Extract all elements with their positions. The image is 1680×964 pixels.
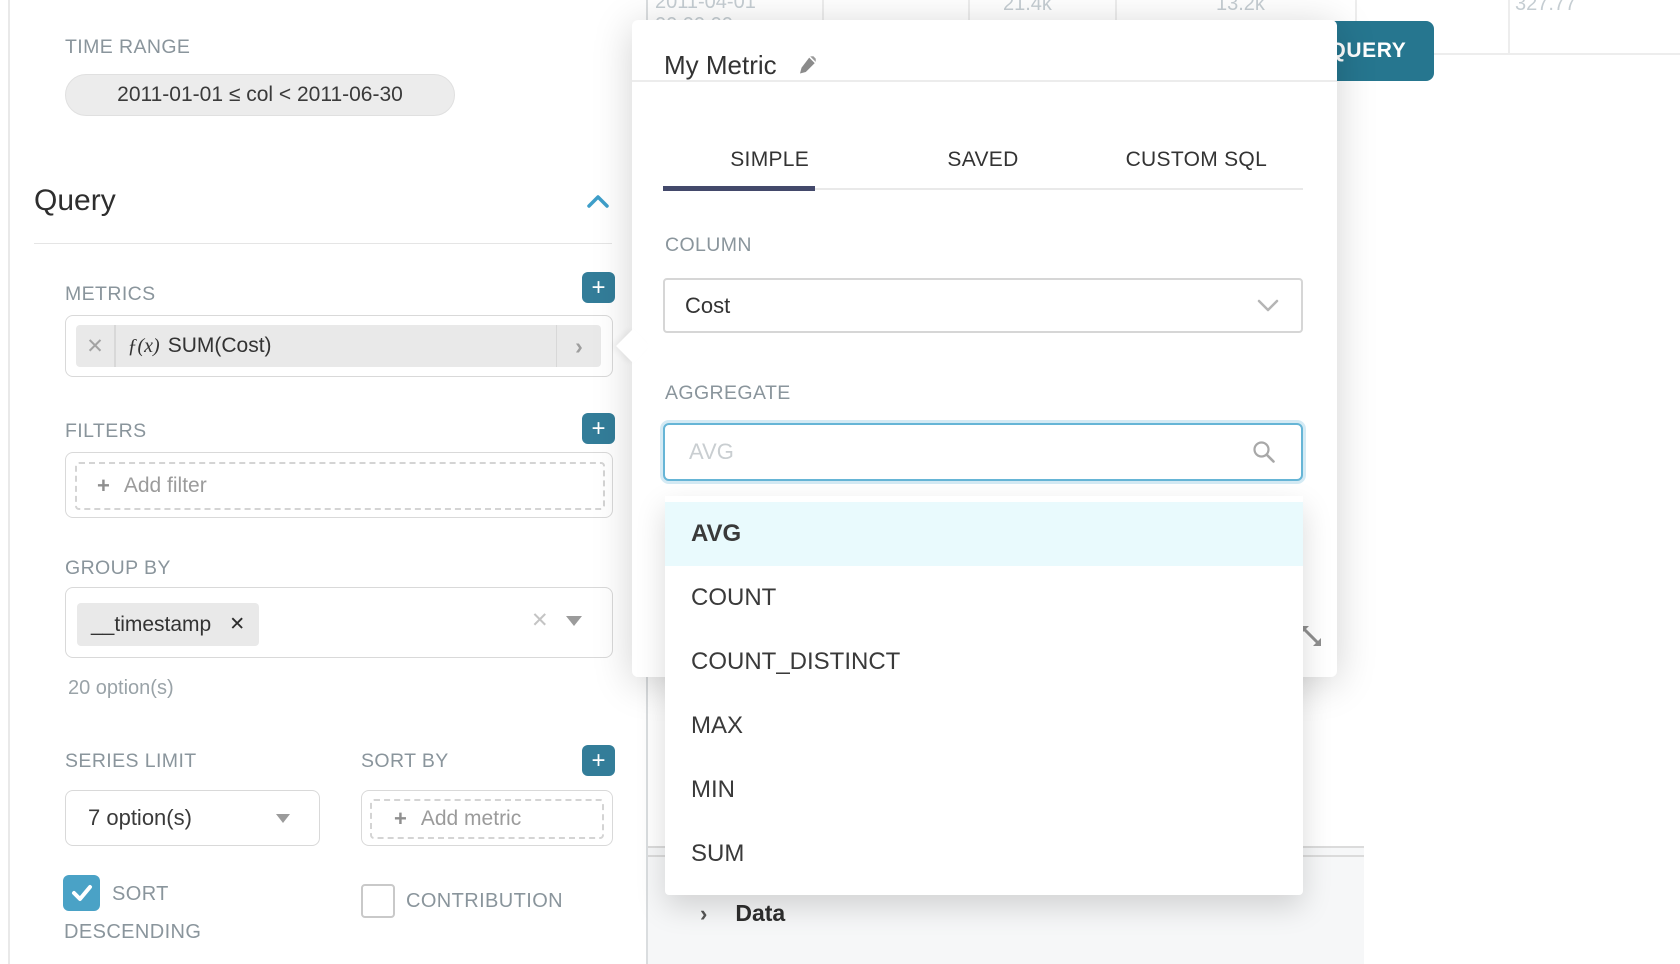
aggregate-input[interactable]: AVG — [663, 423, 1303, 481]
data-panel-title: Data — [735, 900, 785, 927]
column-label: COLUMN — [665, 234, 752, 257]
pill-divider — [114, 325, 116, 367]
add-sort-metric-button[interactable]: + Add metric — [370, 799, 604, 839]
chevron-down-icon — [1255, 297, 1281, 315]
popover-title: My Metric — [664, 50, 820, 81]
sort-descending-label-line1: SORT — [112, 883, 169, 906]
add-metric-button[interactable]: + — [582, 272, 615, 303]
add-sort-metric-plus-button[interactable]: + — [582, 745, 615, 776]
table-gridline — [1508, 0, 1510, 53]
remove-metric-icon[interactable]: ✕ — [76, 334, 114, 359]
option-count-distinct[interactable]: COUNT_DISTINCT — [665, 630, 1303, 694]
time-range-pill[interactable]: 2011-01-01 ≤ col < 2011-06-30 — [65, 74, 455, 116]
column-select[interactable]: Cost — [663, 278, 1303, 333]
popover-header-divider — [632, 80, 1337, 82]
tab-simple[interactable]: SIMPLE — [663, 128, 876, 186]
table-gridline — [1355, 0, 1357, 22]
table-gridline — [968, 0, 970, 20]
check-icon — [70, 883, 94, 903]
filters-label: FILTERS — [65, 420, 147, 443]
group-by-tag-label: __timestamp — [91, 613, 211, 637]
series-limit-value: 7 option(s) — [88, 805, 192, 831]
contribution-checkbox[interactable] — [361, 884, 395, 918]
option-max[interactable]: MAX — [665, 694, 1303, 758]
query-collapse-button[interactable] — [584, 190, 612, 219]
sort-by-label: SORT BY — [361, 750, 449, 773]
aggregate-label: AGGREGATE — [665, 382, 791, 405]
group-by-select[interactable]: __timestamp ✕ ✕ — [65, 587, 613, 658]
caret-down-icon[interactable] — [566, 616, 582, 626]
group-by-options-hint: 20 option(s) — [68, 677, 174, 700]
group-by-tag[interactable]: __timestamp ✕ — [77, 603, 259, 646]
group-by-label: GROUP BY — [65, 557, 171, 580]
data-panel-header[interactable]: › Data — [700, 900, 785, 927]
tab-custom-sql[interactable]: CUSTOM SQL — [1090, 128, 1303, 186]
sort-by-control: + Add metric — [361, 790, 613, 846]
metric-pill-label: SUM(Cost) — [168, 334, 272, 358]
table-cell-value: 21.4k — [1003, 0, 1052, 16]
remove-tag-icon[interactable]: ✕ — [229, 613, 245, 636]
chevron-up-icon — [584, 190, 612, 214]
column-select-value: Cost — [685, 293, 730, 319]
sort-descending-checkbox[interactable] — [63, 875, 100, 911]
search-icon — [1251, 439, 1277, 465]
section-divider — [34, 243, 612, 244]
tab-saved[interactable]: SAVED — [876, 128, 1089, 186]
plus-icon: + — [394, 806, 407, 832]
aggregate-options-dropdown: AVG COUNT COUNT_DISTINCT MAX MIN SUM — [665, 496, 1303, 895]
popover-tabs: SIMPLE SAVED CUSTOM SQL — [663, 128, 1303, 186]
table-cell-value: 13.2k — [1216, 0, 1265, 16]
metric-pill[interactable]: ✕ ƒ(x) SUM(Cost) › — [76, 325, 601, 367]
table-gridline — [1115, 0, 1117, 20]
metrics-label: METRICS — [65, 283, 156, 306]
add-sort-metric-label: Add metric — [421, 807, 521, 831]
pencil-icon[interactable] — [796, 53, 820, 77]
option-count[interactable]: COUNT — [665, 566, 1303, 630]
sort-descending-label-line2: DESCENDING — [64, 921, 201, 944]
explore-view: 2011-04-01 00:00:00 21.4k 13.2k 327.77 R… — [0, 0, 1680, 964]
table-gridline — [822, 0, 824, 20]
edit-metric-chevron-icon[interactable]: › — [557, 333, 601, 360]
option-avg[interactable]: AVG — [665, 502, 1303, 566]
metrics-control: ✕ ƒ(x) SUM(Cost) › — [65, 315, 613, 377]
fx-icon: ƒ(x) — [128, 335, 160, 358]
caret-down-icon — [276, 814, 290, 823]
popover-arrow — [616, 329, 650, 363]
series-limit-select[interactable]: 7 option(s) — [65, 790, 320, 846]
table-gridline — [1434, 53, 1680, 55]
filters-control: + Add filter — [65, 452, 613, 518]
option-sum[interactable]: SUM — [665, 822, 1303, 886]
table-cell-value: 327.77 — [1515, 0, 1576, 16]
clear-select-icon[interactable]: ✕ — [531, 608, 549, 633]
contribution-label: CONTRIBUTION — [406, 890, 563, 913]
add-filter-label: Add filter — [124, 474, 207, 498]
series-limit-label: SERIES LIMIT — [65, 750, 197, 773]
plus-icon: + — [97, 473, 110, 499]
aggregate-placeholder: AVG — [689, 439, 1251, 465]
active-tab-underline — [663, 186, 815, 191]
option-min[interactable]: MIN — [665, 758, 1303, 822]
chevron-right-icon: › — [700, 901, 707, 927]
query-section-title: Query — [34, 184, 116, 218]
add-filter-button[interactable]: + Add filter — [75, 462, 605, 510]
time-range-label: TIME RANGE — [65, 36, 190, 59]
add-filter-plus-button[interactable]: + — [582, 413, 615, 444]
left-edge-divider — [8, 0, 10, 964]
